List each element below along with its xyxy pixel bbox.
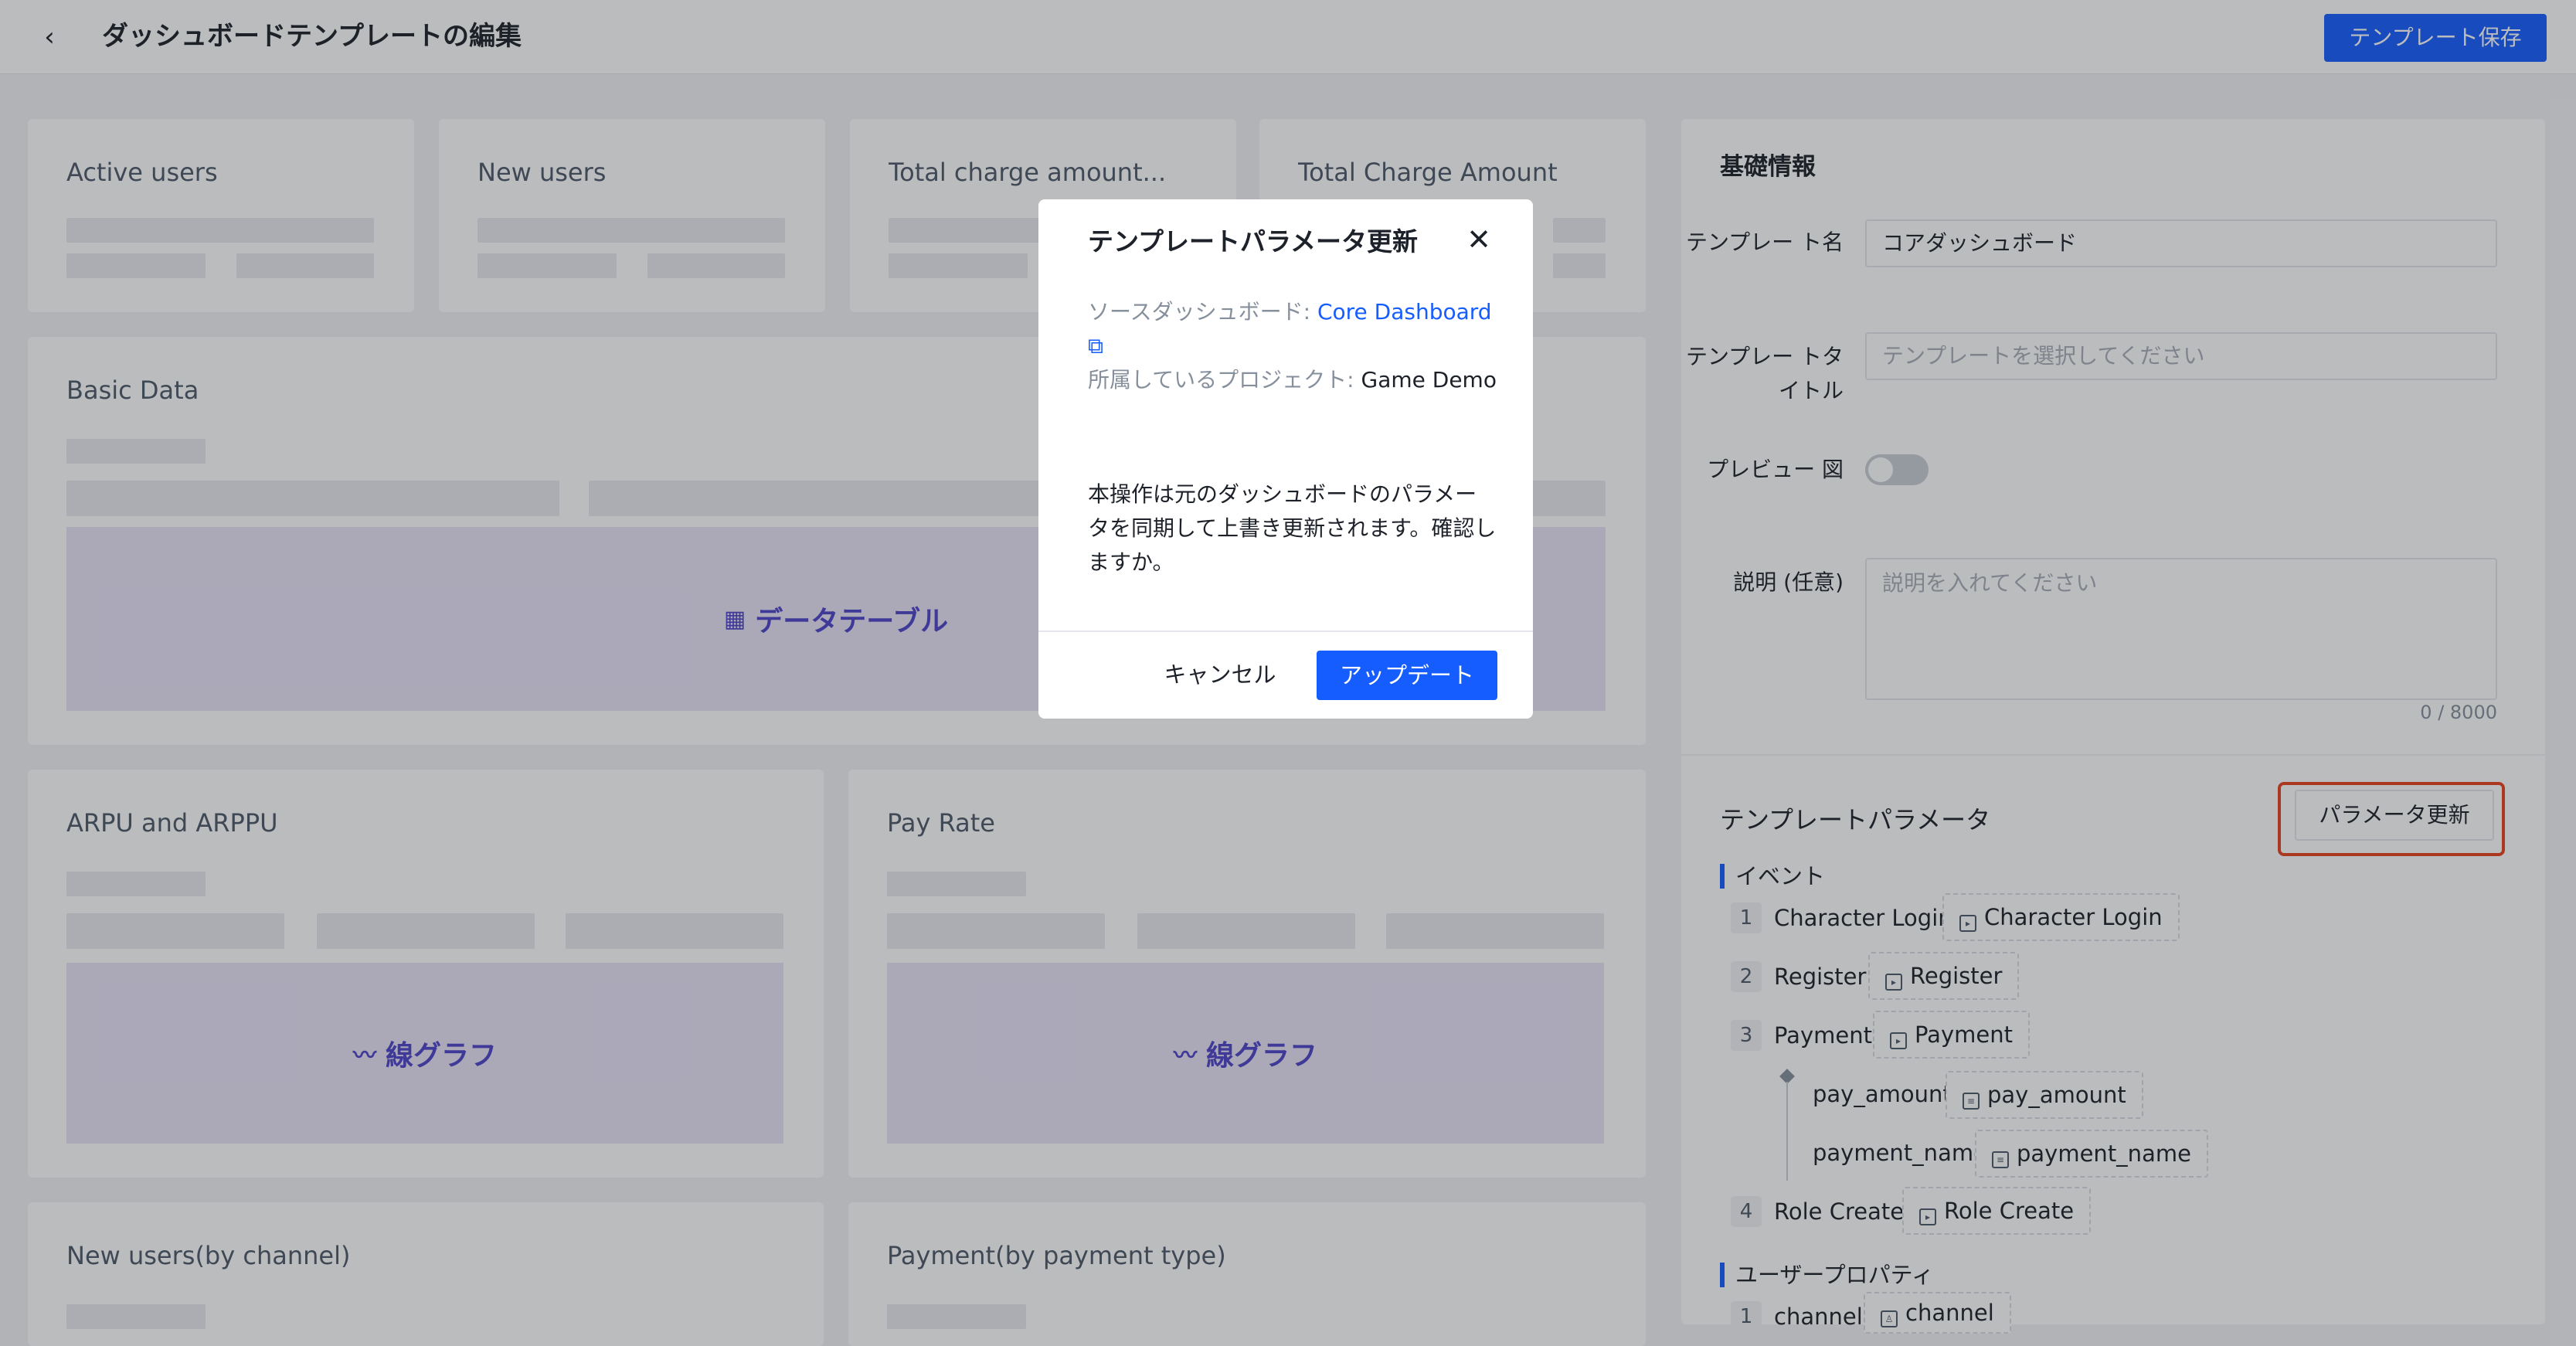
source-label: ソースダッシュボード: <box>1088 299 1317 325</box>
modal-message: 本操作は元のダッシュボードのパラメータを同期して上書き更新されます。確認しますか… <box>1088 481 1497 575</box>
modal-divider <box>1038 631 1533 632</box>
source-dashboard-link[interactable]: Core Dashboard <box>1317 299 1492 325</box>
update-params-modal: テンプレートパラメータ更新 ✕ ソースダッシュボード: Core Dashboa… <box>1038 199 1533 719</box>
cancel-button[interactable]: キャンセル <box>1147 651 1293 698</box>
external-link-icon[interactable]: ⧉ <box>1088 333 1103 359</box>
confirm-update-button[interactable]: アップデート <box>1317 651 1497 700</box>
project-label: 所属しているプロジェクト: <box>1088 367 1361 393</box>
close-icon[interactable]: ✕ <box>1462 223 1496 257</box>
modal-source-info: ソースダッシュボード: Core Dashboard ⧉ 所属しているプロジェク… <box>1088 295 1497 397</box>
project-value: Game Demo <box>1361 367 1497 393</box>
modal-title: テンプレートパラメータ更新 <box>1088 226 1419 257</box>
